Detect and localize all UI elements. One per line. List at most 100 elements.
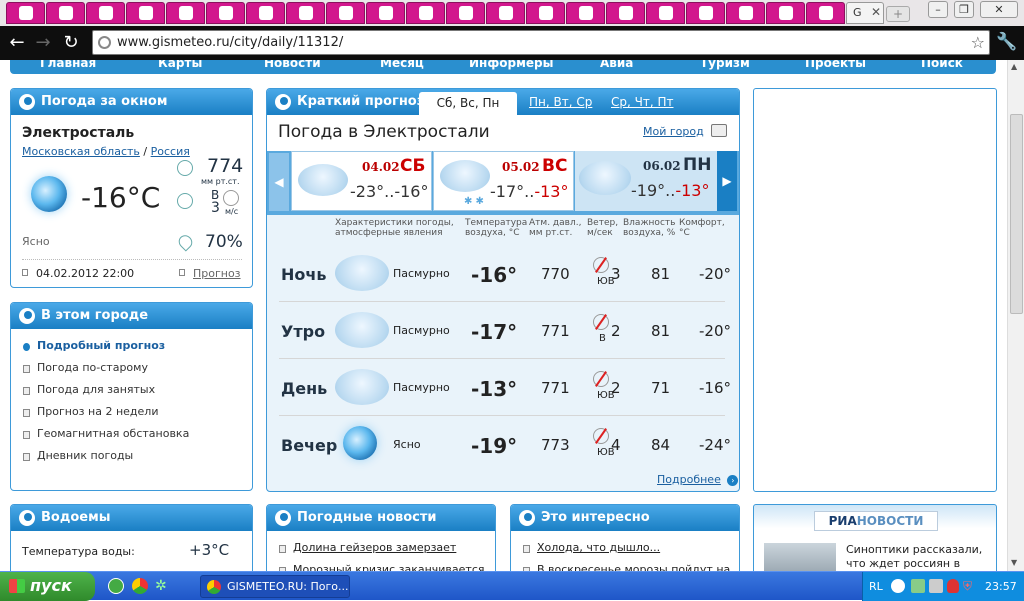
browser-tab[interactable] [486,2,525,24]
close-window-button[interactable]: ✕ [980,1,1018,18]
browser-tab[interactable] [526,2,565,24]
region-link[interactable]: Московская область [22,145,140,158]
maximize-button[interactable]: ❐ [954,1,974,18]
menu-item[interactable]: Главная [40,60,96,70]
browser-tab[interactable] [726,2,765,24]
tray-app-icon[interactable] [891,579,905,593]
browser-tab[interactable] [6,2,45,24]
news-photo[interactable] [764,543,836,571]
humidity-value: 84 [651,436,671,454]
news-item[interactable]: Морозный кризис заканчивается [277,559,485,571]
country-link[interactable]: Россия [151,145,190,158]
start-button[interactable]: пуск [0,572,95,601]
language-indicator[interactable]: RL [869,572,883,601]
print-icon[interactable] [711,124,727,137]
box-header: Погода за окном [11,89,252,115]
back-icon[interactable]: ← [6,32,28,54]
browser-tab[interactable] [326,2,365,24]
list-item[interactable]: Геомагнитная обстановка [21,423,189,445]
scroll-thumb[interactable] [1010,114,1023,314]
wrench-icon[interactable]: 🔧 [996,32,1017,52]
browser-tab[interactable] [86,2,125,24]
menu-item[interactable]: Авиа [600,60,633,70]
tab-wed-thu-fri[interactable]: Ср, Чт, Пт [611,89,673,115]
list-item[interactable]: Погода для занятых [21,379,189,401]
page-scrollbar[interactable]: ▲ ▼ [1007,60,1024,571]
browser-tab[interactable] [806,2,845,24]
browser-tab[interactable] [446,2,485,24]
menu-item[interactable]: Новости [264,60,321,70]
browser-tab[interactable] [606,2,645,24]
utorrent-icon[interactable] [108,578,124,594]
next-days-arrow[interactable]: ▶ [717,151,737,211]
browser-tab[interactable] [126,2,165,24]
list-item[interactable]: Прогноз на 2 недели [21,401,189,423]
menu-item[interactable]: Информеры [469,60,553,70]
tab-favicon-icon [59,6,73,20]
wind-compass-icon [593,257,609,273]
bookmark-star-icon[interactable]: ☆ [971,33,985,52]
browser-tab[interactable] [166,2,205,24]
minimize-button[interactable]: – [928,1,948,18]
clock[interactable]: 23:57 [985,572,1017,601]
title-strip: Погода в Электростали Мой город [267,115,739,151]
ria-logo[interactable]: РИАНОВОСТИ [814,511,938,531]
browser-tab[interactable] [286,2,325,24]
ria-logo-part: НОВОСТИ [856,514,924,528]
ria-headline[interactable]: Синоптики рассказали, что ждет россиян в [846,543,982,571]
menu-item[interactable]: Месяц [380,60,424,70]
scroll-down-icon[interactable]: ▼ [1011,558,1017,567]
browser-tab[interactable] [766,2,805,24]
security-shield-icon[interactable]: ⛨ [963,579,977,593]
browser-tab[interactable] [646,2,685,24]
humidity-value: 81 [651,322,671,340]
list-item[interactable]: Дневник погоды [21,445,189,467]
forward-icon[interactable]: → [32,32,54,54]
ria-news-box: РИАНОВОСТИ Синоптики рассказали, что ждет… [753,504,997,571]
day-card[interactable]: ✱ ✱ 05.02 ВС -17°..-13° [433,151,574,211]
list-item[interactable]: Погода по-старому [21,357,189,379]
day-card[interactable]: 06.02 ПН -19°..-13° [575,151,717,211]
antivirus-icon[interactable] [947,579,959,593]
list-item[interactable]: Подробный прогноз [21,335,189,357]
more-link[interactable]: Подробнее [657,473,721,486]
day-card[interactable]: 04.02 СБ -23°..-16° [291,151,432,211]
tab-close-icon[interactable]: ✕ [871,5,881,19]
new-tab-button[interactable]: + [886,6,910,22]
tab-mon-tue-wed[interactable]: Пн, Вт, Ср [529,89,592,115]
box-title: Это интересно [541,510,650,525]
my-city-link[interactable]: Мой город [643,125,704,138]
menu-item[interactable]: Проекты [805,60,866,70]
gismeteo-icon [19,510,35,526]
interesting-item[interactable]: Холода, что дышло... [521,537,730,559]
day-temp-range: -19°..-13° [631,181,709,200]
menu-item[interactable]: Туризм [700,60,750,70]
browser-tab[interactable] [686,2,725,24]
chrome-icon[interactable] [132,578,148,594]
display-icon[interactable] [929,579,943,593]
browser-tab-active[interactable]: G ✕ [846,2,884,24]
address-bar[interactable]: www.gismeteo.ru/city/daily/11312/ ☆ [92,30,990,55]
browser-tab[interactable] [246,2,285,24]
browser-tab[interactable] [566,2,605,24]
forecast-link[interactable]: Прогноз [193,267,241,280]
tab-favicon-icon [379,6,393,20]
interesting-item[interactable]: В воскресенье морозы пойдут на [521,559,730,571]
wind-icon [177,193,193,209]
range-sep: .. [384,182,395,201]
browser-tab[interactable] [46,2,85,24]
browser-tab[interactable] [406,2,445,24]
gadget-icon[interactable]: ✲ [155,578,171,594]
network-icon[interactable] [911,579,925,593]
reload-icon[interactable]: ↻ [60,32,82,54]
browser-tab[interactable] [206,2,245,24]
tab-sat-sun-mon[interactable]: Сб, Вс, Пн [419,92,517,115]
browser-tab[interactable] [366,2,405,24]
scroll-up-icon[interactable]: ▲ [1011,62,1017,71]
menu-item[interactable]: Карты [158,60,202,70]
menu-item[interactable]: Поиск [921,60,963,70]
snow-cloud-icon [440,160,490,192]
taskbar-window-button[interactable]: GISMETEO.RU: Пого... [200,575,350,598]
news-item[interactable]: Долина гейзеров замерзает [277,537,485,559]
prev-days-arrow[interactable]: ◀ [269,153,289,211]
